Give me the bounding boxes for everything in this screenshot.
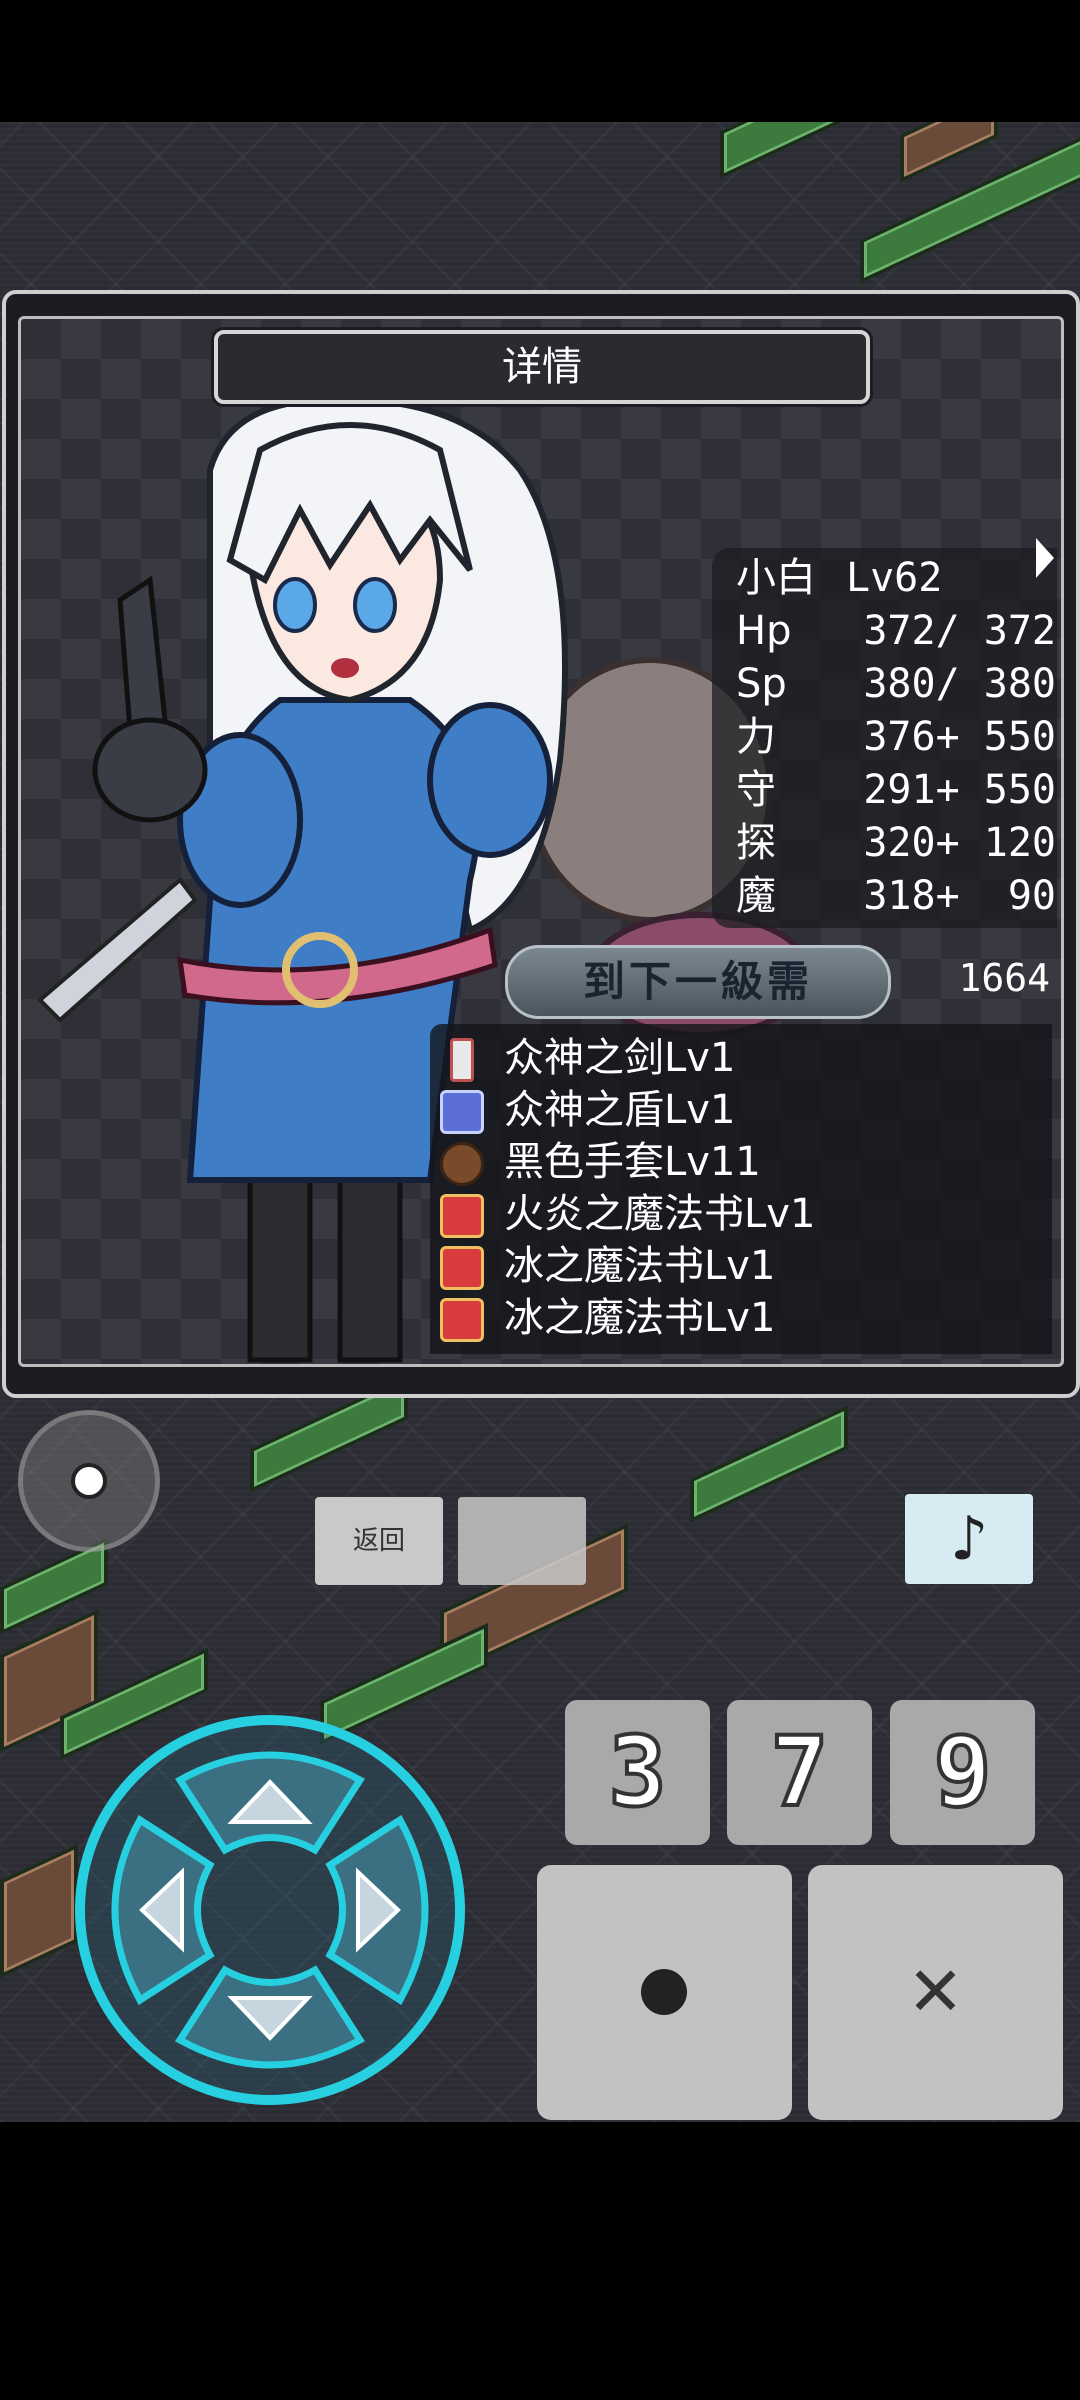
equipment-item[interactable]: 黑色手套Lv11 bbox=[440, 1136, 1040, 1188]
map-tile bbox=[900, 122, 998, 183]
equipment-name: 众神之剑Lv1 bbox=[504, 1035, 736, 1081]
settings-gear-button[interactable] bbox=[18, 1410, 160, 1552]
character-name: 小白 bbox=[736, 555, 816, 601]
glove-icon bbox=[440, 1142, 484, 1186]
stat-value: 320+ 120 bbox=[863, 820, 1056, 866]
back-button[interactable]: 返回 bbox=[315, 1497, 443, 1585]
map-tile bbox=[690, 1405, 848, 1523]
gear-icon bbox=[71, 1463, 107, 1499]
stat-label: 守 bbox=[736, 767, 776, 813]
music-toggle-button[interactable]: ♪ bbox=[905, 1494, 1033, 1584]
equipment-item[interactable]: 冰之魔法书Lv1 bbox=[440, 1292, 1040, 1344]
equipment-item[interactable]: 众神之剑Lv1 bbox=[440, 1032, 1040, 1084]
stat-row-hp: Hp 372/ 372 bbox=[736, 605, 1056, 658]
equipment-item[interactable]: 众神之盾Lv1 bbox=[440, 1084, 1040, 1136]
character-stats-panel: 小白 Lv62 Hp 372/ 372 Sp 380/ 380 力 376+ 5… bbox=[712, 548, 1057, 928]
stat-row-strength: 力 376+ 550 bbox=[736, 711, 1056, 764]
stat-value: 376+ 550 bbox=[863, 714, 1056, 760]
cancel-button[interactable]: ✕ bbox=[808, 1865, 1063, 2120]
equipment-list: 众神之剑Lv1 众神之盾Lv1 黑色手套Lv11 火炎之魔法书Lv1 冰之魔法书… bbox=[430, 1024, 1052, 1354]
spellbook-icon bbox=[440, 1298, 484, 1342]
shortcut-7-button[interactable]: 7 bbox=[727, 1700, 872, 1845]
stat-label: 魔 bbox=[736, 873, 776, 919]
shortcut-9-button[interactable]: 9 bbox=[890, 1700, 1035, 1845]
map-tile bbox=[0, 1843, 78, 1979]
equipment-item[interactable]: 冰之魔法书Lv1 bbox=[440, 1240, 1040, 1292]
stat-value: 372/ 372 bbox=[863, 608, 1056, 654]
stat-row-sp: Sp 380/ 380 bbox=[736, 658, 1056, 711]
equipment-name: 冰之魔法书Lv1 bbox=[504, 1295, 776, 1341]
dialog-title: 详情 bbox=[214, 330, 870, 404]
music-note-icon: ♪ bbox=[949, 1504, 989, 1574]
equipment-name: 冰之魔法书Lv1 bbox=[504, 1243, 776, 1289]
equipment-name: 火炎之魔法书Lv1 bbox=[504, 1191, 816, 1237]
stat-row-defense: 守 291+ 550 bbox=[736, 764, 1056, 817]
confirm-button[interactable] bbox=[537, 1865, 792, 2120]
spellbook-icon bbox=[440, 1246, 484, 1290]
dpad[interactable] bbox=[70, 1710, 470, 2110]
next-level-exp: 1664 bbox=[958, 956, 1050, 1000]
stat-label: 探 bbox=[736, 820, 776, 866]
shield-icon bbox=[440, 1090, 484, 1134]
cross-icon: ✕ bbox=[907, 1953, 964, 2032]
next-level-label: 到下一級需 bbox=[505, 945, 891, 1019]
shortcut-3-button[interactable]: 3 bbox=[565, 1700, 710, 1845]
equipment-name: 众神之盾Lv1 bbox=[504, 1087, 736, 1133]
blank-button[interactable] bbox=[458, 1497, 586, 1585]
spellbook-icon bbox=[440, 1194, 484, 1238]
next-page-arrow-icon[interactable] bbox=[1036, 538, 1054, 578]
stat-label: 力 bbox=[736, 714, 776, 760]
stat-row-explore: 探 320+ 120 bbox=[736, 817, 1056, 870]
stat-label: Sp bbox=[736, 661, 787, 707]
circle-icon bbox=[641, 1969, 687, 2015]
stat-label: Hp bbox=[736, 608, 792, 654]
map-tile bbox=[720, 122, 888, 180]
equipment-name: 黑色手套Lv11 bbox=[504, 1139, 761, 1185]
sword-icon bbox=[450, 1038, 474, 1082]
equipment-item[interactable]: 火炎之魔法书Lv1 bbox=[440, 1188, 1040, 1240]
stat-value: 380/ 380 bbox=[863, 661, 1056, 707]
stat-value: 291+ 550 bbox=[863, 767, 1056, 813]
character-level: Lv62 bbox=[846, 555, 943, 601]
stat-value: 318+ 90 bbox=[863, 873, 1056, 919]
stat-row-magic: 魔 318+ 90 bbox=[736, 870, 1056, 923]
